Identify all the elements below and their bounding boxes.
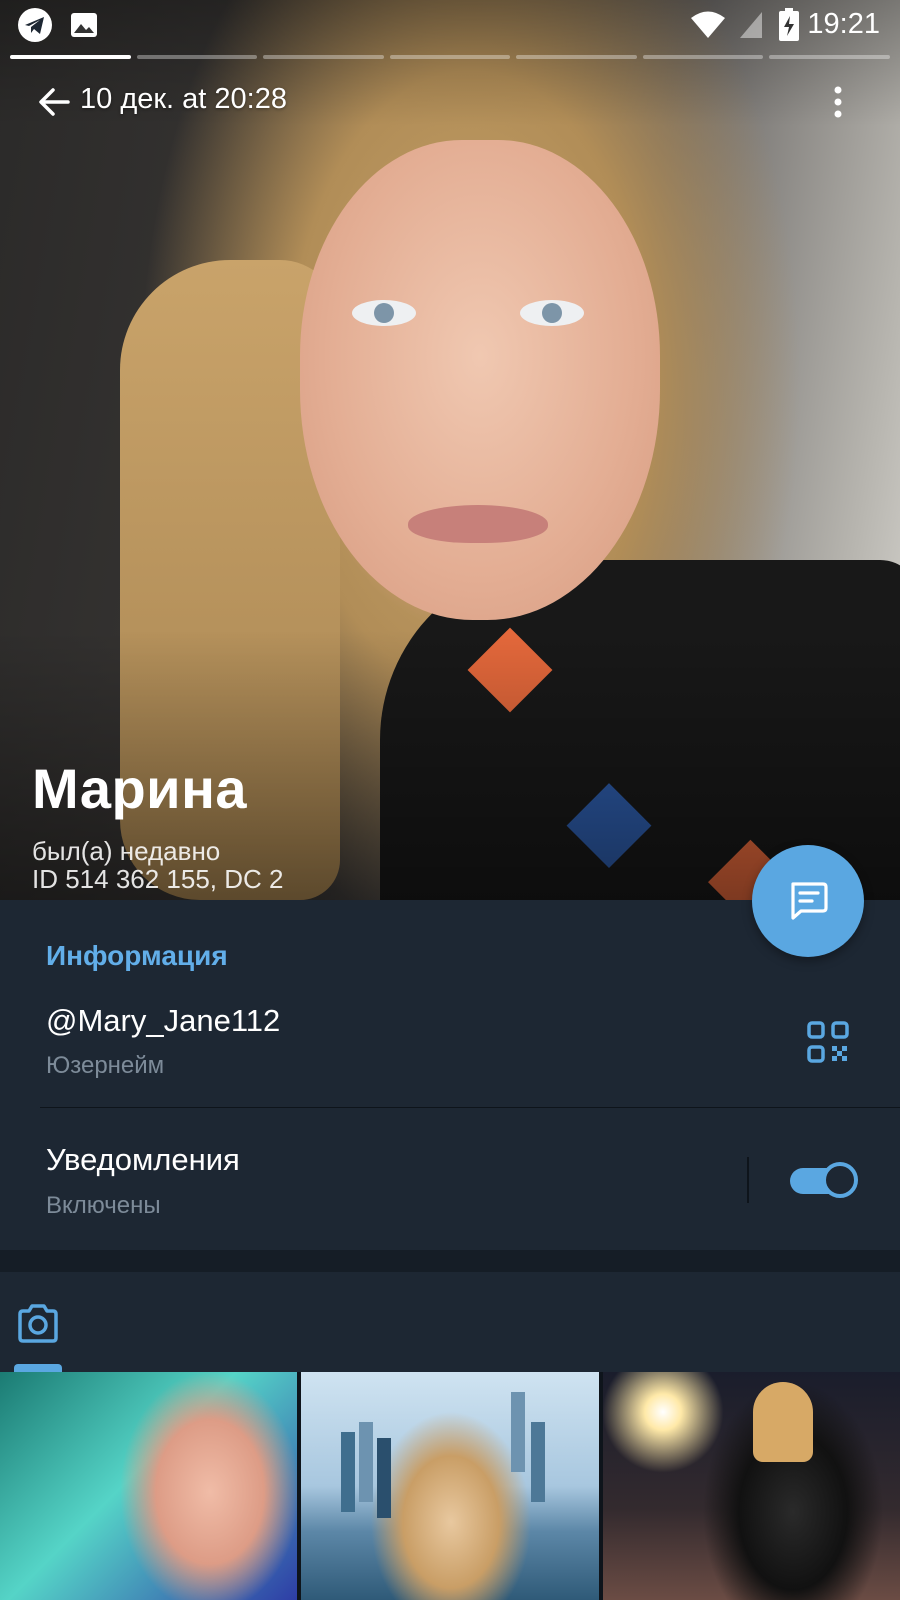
notifications-caption: Включены xyxy=(46,1192,161,1219)
story-progress xyxy=(10,55,891,59)
notifications-toggle[interactable] xyxy=(790,1162,858,1198)
media-tabs xyxy=(0,1272,900,1372)
media-thumbnail[interactable] xyxy=(602,1372,900,1600)
vertical-separator xyxy=(747,1157,749,1203)
story-segment xyxy=(389,55,511,59)
camera-icon xyxy=(18,1304,58,1343)
notifications-label[interactable]: Уведомления xyxy=(46,1142,240,1178)
qr-code-button[interactable] xyxy=(806,1020,850,1064)
story-segment xyxy=(642,55,764,59)
story-segment xyxy=(516,55,637,59)
tab-photos[interactable] xyxy=(14,1300,62,1348)
battery-charging-icon xyxy=(778,8,800,47)
media-thumbnail[interactable] xyxy=(0,1372,298,1600)
qr-code-icon xyxy=(807,1021,849,1063)
username-value[interactable]: @Mary_Jane112 xyxy=(46,1003,280,1039)
media-thumbnail[interactable] xyxy=(301,1372,599,1600)
section-title: Информация xyxy=(46,940,228,971)
story-segment xyxy=(136,55,258,59)
gallery-icon xyxy=(70,12,98,38)
tab-indicator xyxy=(14,1364,62,1372)
signal-icon xyxy=(738,10,764,45)
story-segment xyxy=(769,55,891,59)
toggle-knob xyxy=(822,1162,858,1198)
more-options-button[interactable] xyxy=(828,82,848,122)
media-grid xyxy=(0,1372,900,1600)
more-vertical-icon xyxy=(834,86,842,118)
story-segment xyxy=(263,55,384,59)
message-icon xyxy=(791,882,828,920)
divider xyxy=(40,1107,900,1108)
username-caption: Юзернейм xyxy=(46,1052,165,1079)
arrow-left-icon xyxy=(39,88,70,116)
story-date: 10 дек. at 20:28 xyxy=(80,83,287,115)
story-segment xyxy=(10,55,131,59)
wifi-icon xyxy=(690,10,726,45)
profile-name: Марина xyxy=(32,757,248,820)
back-button[interactable] xyxy=(34,82,74,122)
status-time: 19:21 xyxy=(807,8,880,40)
user-id: ID 514 362 155, DC 2 xyxy=(32,864,284,894)
last-seen-status: был(а) недавно xyxy=(32,836,221,866)
section-gap xyxy=(0,1250,900,1272)
status-bar: 19:21 xyxy=(0,0,900,50)
telegram-icon xyxy=(18,8,52,42)
send-message-button[interactable] xyxy=(752,845,864,957)
